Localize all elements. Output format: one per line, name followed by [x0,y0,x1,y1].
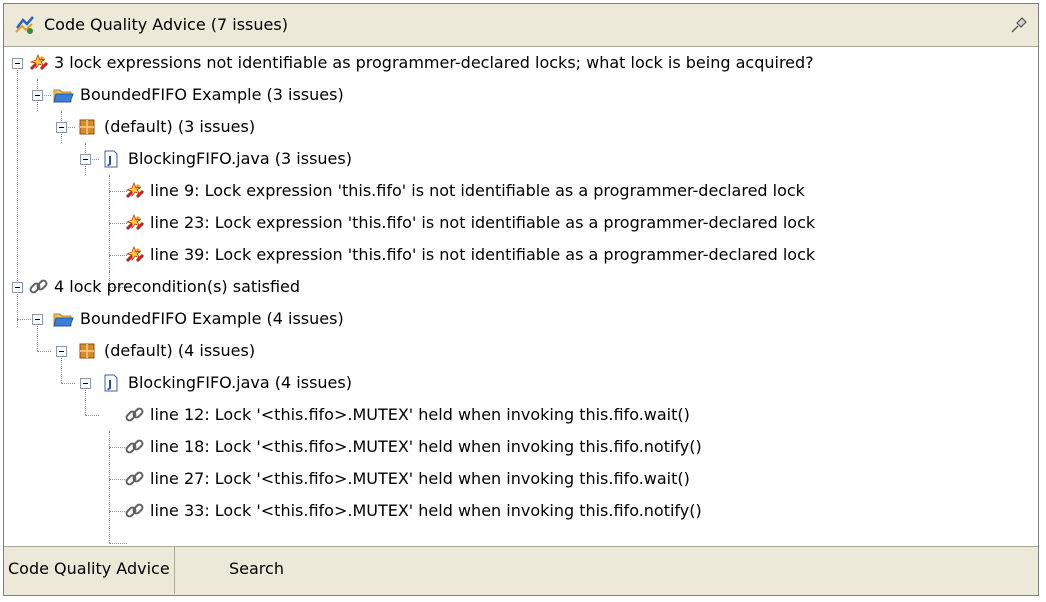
issue-label: line 9: Lock expression 'this.fifo' is n… [150,181,805,200]
tree-node-project[interactable]: BoundedFIFO Example (4 issues) [4,303,1034,335]
file-label: BlockingFIFO.java (3 issues) [128,149,352,168]
tree-node-group-lock-expressions[interactable]: 3 lock expressions not identifiable as p… [4,47,1034,79]
collapse-toggle[interactable] [12,58,23,69]
broken-lock-warning-icon [125,245,145,263]
package-label: (default) (3 issues) [104,117,256,136]
collapse-toggle[interactable] [12,282,23,293]
chain-link-icon [125,471,144,486]
broken-lock-warning-icon [125,213,145,231]
project-label: BoundedFIFO Example (4 issues) [80,309,344,328]
tree-node-package[interactable]: (default) (3 issues) [4,111,1034,143]
issue-label: line 27: Lock '<this.fifo>.MUTEX' held w… [150,469,690,488]
issue-label: line 39: Lock expression 'this.fifo' is … [150,245,816,264]
chain-link-icon [125,407,144,422]
project-label: BoundedFIFO Example (3 issues) [80,85,344,104]
tree-node-package[interactable]: (default) (4 issues) [4,335,1034,367]
broken-lock-warning-icon [29,53,49,71]
code-advice-icon [15,16,34,34]
folder-icon [53,89,74,103]
tree-node-file[interactable]: J BlockingFIFO.java (4 issues) [4,367,1034,399]
svg-text:J: J [107,154,112,167]
issue-label: line 18: Lock '<this.fifo>.MUTEX' held w… [150,437,702,456]
tab-search[interactable]: Search [225,547,288,594]
file-label: BlockingFIFO.java (4 issues) [128,373,352,392]
chain-link-icon [125,439,144,454]
tree-node-group-lock-preconditions[interactable]: 4 lock precondition(s) satisfied [4,271,1034,303]
tree-node-issue[interactable]: line 12: Lock '<this.fifo>.MUTEX' held w… [4,399,1034,431]
chain-link-icon [29,279,48,294]
package-icon [79,343,95,359]
collapse-toggle[interactable] [56,346,67,357]
issue-label: line 33: Lock '<this.fifo>.MUTEX' held w… [150,501,702,520]
tree-node-issue[interactable]: line 33: Lock '<this.fifo>.MUTEX' held w… [4,495,1034,527]
view-title-bar: Code Quality Advice (7 issues) [4,4,1038,47]
tab-code-quality-advice[interactable]: Code Quality Advice [4,547,175,594]
code-quality-advice-view: Code Quality Advice (7 issues) 3 lock ex… [3,3,1039,596]
issue-label: line 23: Lock expression 'this.fifo' is … [150,213,816,232]
java-file-icon: J [104,150,118,168]
view-tab-bar: Code Quality Advice Search [4,546,1038,595]
tree-node-project[interactable]: BoundedFIFO Example (3 issues) [4,79,1034,111]
broken-lock-warning-icon [125,181,145,199]
package-label: (default) (4 issues) [104,341,256,360]
folder-icon [53,313,74,327]
chain-link-icon [125,503,144,518]
collapse-toggle[interactable] [80,154,91,165]
pin-icon[interactable] [1008,14,1030,36]
group-label: 4 lock precondition(s) satisfied [54,277,301,296]
issue-label: line 12: Lock '<this.fifo>.MUTEX' held w… [150,405,690,424]
svg-text:J: J [107,378,112,391]
java-file-icon: J [104,374,118,392]
collapse-toggle[interactable] [80,378,91,389]
package-icon [79,119,95,135]
tree-node-issue[interactable]: line 9: Lock expression 'this.fifo' is n… [4,175,1034,207]
issues-tree[interactable]: 3 lock expressions not identifiable as p… [4,47,1038,548]
tree-node-issue[interactable]: line 23: Lock expression 'this.fifo' is … [4,207,1034,239]
tree-node-issue[interactable]: line 18: Lock '<this.fifo>.MUTEX' held w… [4,431,1034,463]
collapse-toggle[interactable] [32,90,43,101]
group-label: 3 lock expressions not identifiable as p… [54,53,814,72]
view-title: Code Quality Advice (7 issues) [44,15,288,34]
tree-node-file[interactable]: J BlockingFIFO.java (3 issues) [4,143,1034,175]
tree-node-issue[interactable]: line 39: Lock expression 'this.fifo' is … [4,239,1034,271]
tree-node-issue[interactable]: line 27: Lock '<this.fifo>.MUTEX' held w… [4,463,1034,495]
collapse-toggle[interactable] [56,122,67,133]
collapse-toggle[interactable] [32,314,43,325]
